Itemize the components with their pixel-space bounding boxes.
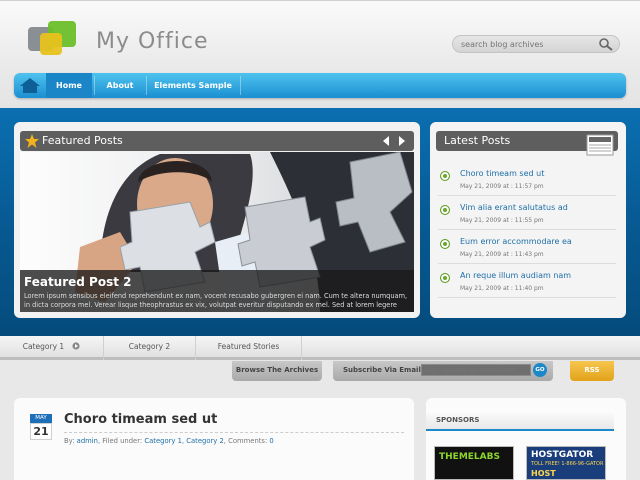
next-arrow-icon[interactable] bbox=[396, 135, 408, 147]
browse-archives-button[interactable]: Browse The Archives bbox=[232, 361, 322, 381]
bullet-icon bbox=[440, 205, 450, 215]
author-link[interactable]: admin bbox=[77, 437, 98, 445]
main-content: MAY 21 Choro timeam sed ut By: admin, Fi… bbox=[14, 398, 414, 480]
category-tab-category-2[interactable]: Category 2 bbox=[104, 336, 196, 360]
latest-post-item: Choro timeam sed ut May 21, 2009 at : 11… bbox=[438, 166, 616, 196]
meta-by-label: By: bbox=[64, 437, 75, 445]
sponsors-header: SPONSORS bbox=[426, 409, 614, 431]
nav-item-elements-sample[interactable]: Elements Sample bbox=[147, 73, 239, 98]
home-icon[interactable] bbox=[18, 76, 42, 95]
featured-image[interactable]: Featured Post 2 Lorem ipsum sensibus ele… bbox=[20, 152, 414, 312]
prev-arrow-icon[interactable] bbox=[380, 135, 392, 147]
search-box bbox=[452, 35, 620, 53]
subscribe-email-box: Subscribe Via Email GO bbox=[333, 361, 553, 381]
logo-square-yellow bbox=[40, 33, 62, 55]
latest-post-date: May 21, 2009 at : 11:43 pm bbox=[460, 251, 544, 258]
nav-item-about[interactable]: About bbox=[95, 73, 145, 98]
latest-post-date: May 21, 2009 at : 11:57 pm bbox=[460, 183, 544, 190]
email-subscribe-input[interactable] bbox=[421, 364, 531, 376]
search-icon[interactable] bbox=[598, 37, 614, 51]
sponsor-ad-hostgator[interactable]: HOSTGATOR TOLL FREE! 1-866-96-GATOR HOST… bbox=[526, 446, 606, 480]
meta-filed-label: , Filed under: bbox=[97, 437, 143, 445]
category-tab-featured-stories[interactable]: Featured Stories bbox=[196, 336, 302, 360]
category-link[interactable]: Category 2 bbox=[186, 437, 224, 445]
featured-posts-panel: Featured Posts Featured Post 2 Lorem ips… bbox=[14, 122, 420, 318]
expand-icon[interactable] bbox=[72, 342, 80, 350]
sponsor-ad-subtitle: HOST UNLIMITED bbox=[531, 469, 581, 479]
nav-item-home[interactable]: Home bbox=[46, 73, 92, 98]
post-meta: By: admin, Filed under: Category 1, Cate… bbox=[64, 432, 404, 445]
latest-post-item: Vim alia erant salutatus ad May 21, 2009… bbox=[438, 200, 616, 230]
newspaper-icon bbox=[586, 134, 614, 156]
post-date-calendar: MAY 21 bbox=[30, 414, 52, 444]
sidebar: SPONSORS THEMELABS HOSTGATOR TOLL FREE! … bbox=[426, 398, 626, 480]
featured-posts-header: Featured Posts bbox=[20, 131, 414, 151]
subscribe-label: Subscribe Via Email bbox=[343, 366, 421, 374]
category-tab-category-1[interactable]: Category 1 bbox=[0, 336, 104, 360]
featured-caption: Featured Post 2 Lorem ipsum sensibus ele… bbox=[20, 270, 414, 312]
latest-posts-title: Latest Posts bbox=[444, 134, 511, 147]
latest-post-title[interactable]: An reque illum audiam nam bbox=[460, 271, 571, 280]
main-nav: Home About Elements Sample bbox=[14, 73, 626, 98]
go-button[interactable]: GO bbox=[533, 363, 547, 377]
search-input[interactable] bbox=[461, 37, 597, 51]
post-title[interactable]: Choro timeam sed ut bbox=[64, 412, 217, 427]
rss-button[interactable]: RSS bbox=[570, 361, 614, 381]
featured-caption-title[interactable]: Featured Post 2 bbox=[24, 275, 132, 289]
comments-link[interactable]: 0 bbox=[269, 437, 273, 445]
latest-post-title[interactable]: Vim alia erant salutatus ad bbox=[460, 203, 568, 212]
latest-post-title[interactable]: Choro timeam sed ut bbox=[460, 169, 544, 178]
latest-post-title[interactable]: Eum error accommodare ea bbox=[460, 237, 572, 246]
sponsor-ad-title: THEMELABS bbox=[439, 452, 500, 462]
calendar-month: MAY bbox=[30, 414, 52, 423]
category-bar: Category 1 Category 2 Featured Stories bbox=[0, 336, 640, 360]
sponsor-ad-themelabs[interactable]: THEMELABS bbox=[434, 446, 514, 480]
nav-separator bbox=[240, 76, 241, 95]
latest-post-date: May 21, 2009 at : 11:55 pm bbox=[460, 217, 544, 224]
bullet-icon bbox=[440, 273, 450, 283]
latest-post-date: May 21, 2009 at : 11:40 pm bbox=[460, 285, 544, 292]
sponsor-ad-phone: TOLL FREE! 1-866-96-GATOR bbox=[531, 461, 604, 467]
latest-posts-panel: Latest Posts Choro timeam sed ut May 21,… bbox=[430, 122, 626, 318]
featured-posts-title: Featured Posts bbox=[42, 134, 123, 147]
category-label: Category 1 bbox=[22, 342, 65, 351]
site-title[interactable]: My Office bbox=[96, 29, 209, 54]
bullet-icon bbox=[440, 171, 450, 181]
latest-post-item: Eum error accommodare ea May 21, 2009 at… bbox=[438, 234, 616, 264]
latest-post-item: An reque illum audiam nam May 21, 2009 a… bbox=[438, 268, 616, 298]
site-header: My Office Home About Elements Sample bbox=[0, 0, 640, 108]
bullet-icon bbox=[440, 239, 450, 249]
meta-comments-label: , Comments: bbox=[223, 437, 268, 445]
calendar-day: 21 bbox=[30, 423, 52, 440]
featured-caption-text: Lorem ipsum sensibus eleifend reprehendu… bbox=[24, 292, 408, 309]
site-logo[interactable] bbox=[28, 19, 80, 59]
category-link[interactable]: Category 1 bbox=[144, 437, 182, 445]
sponsor-ad-title: HOSTGATOR bbox=[531, 450, 594, 460]
star-icon bbox=[25, 134, 39, 148]
